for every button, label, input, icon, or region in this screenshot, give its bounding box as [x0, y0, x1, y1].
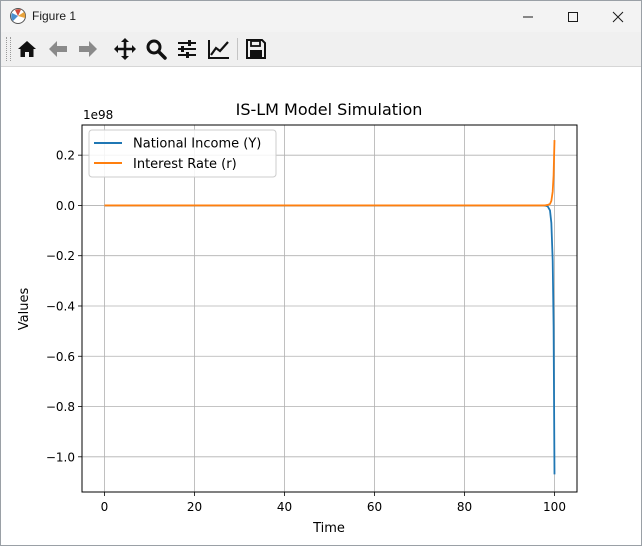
back-arrow-icon [49, 41, 67, 57]
chart: IS-LM Model Simulation 1e98 0 20 40 60 80 100… [17, 100, 578, 536]
y-tick-label: −1.0 [46, 450, 75, 464]
configure-subplots-button[interactable] [173, 35, 201, 63]
chart-title: IS-LM Model Simulation [236, 100, 423, 119]
app-icon [10, 8, 26, 24]
x-axis-label: Time [312, 521, 345, 536]
toolbar-grip[interactable] [6, 37, 11, 61]
pan-button[interactable] [111, 35, 139, 63]
close-button[interactable] [595, 1, 641, 32]
edit-axis-button[interactable] [205, 35, 233, 63]
minimize-icon [523, 16, 533, 17]
maximize-button[interactable] [550, 1, 596, 32]
y-tick-label: −0.6 [46, 350, 75, 364]
legend-label-national-income: National Income (Y) [133, 137, 261, 152]
zoom-button[interactable] [142, 35, 170, 63]
x-tick-label: 0 [101, 500, 109, 514]
legend: National Income (Y) Interest Rate (r) [88, 129, 277, 178]
forward-arrow-icon [79, 41, 97, 57]
y-axis-label: Values [17, 288, 32, 331]
x-tick-label: 40 [277, 500, 292, 514]
toolbar-separator [237, 38, 238, 60]
figure-window: Figure 1 IS-LM Model Simulation 1e98 0 2… [0, 0, 642, 546]
y-tick-label: 0.0 [56, 199, 75, 213]
series-line-national-income [104, 204, 556, 475]
forward-button[interactable] [74, 35, 102, 63]
x-tick-label: 20 [187, 500, 202, 514]
series-lines [104, 140, 556, 475]
y-tick-label: −0.4 [46, 299, 75, 313]
maximize-icon [568, 11, 578, 22]
x-tick-label: 60 [367, 500, 382, 514]
save-button[interactable] [242, 35, 270, 63]
y-tick-label: 0.2 [56, 149, 75, 163]
title-bar[interactable]: Figure 1 [1, 1, 641, 32]
y-axis-ticks: 0.2 0.0 −0.2 −0.4 −0.6 −0.8 −1.0 [46, 149, 82, 464]
line-chart-icon [208, 40, 229, 59]
x-tick-label: 80 [457, 500, 472, 514]
grid-lines [82, 125, 577, 492]
window-title: Figure 1 [32, 9, 77, 23]
x-tick-label: 100 [543, 500, 566, 514]
floppy-disk-icon [246, 39, 266, 59]
sliders-icon [178, 40, 196, 58]
back-button[interactable] [44, 35, 72, 63]
x-axis-ticks: 0 20 40 60 80 100 [101, 492, 566, 514]
plot-frame [81, 124, 578, 493]
close-icon [612, 11, 624, 22]
y-tick-label: −0.2 [46, 249, 75, 263]
y-tick-label: −0.8 [46, 400, 75, 414]
move-icon [114, 38, 136, 60]
home-button[interactable] [13, 35, 41, 63]
figure-canvas[interactable]: IS-LM Model Simulation 1e98 0 20 40 60 80 100… [1, 67, 641, 545]
y-axis-offset-text: 1e98 [83, 108, 113, 122]
home-icon [18, 41, 36, 57]
magnifier-icon [146, 39, 167, 60]
legend-label-interest-rate: Interest Rate (r) [133, 157, 237, 172]
minimize-button[interactable] [505, 1, 551, 32]
navigation-toolbar [1, 32, 641, 67]
